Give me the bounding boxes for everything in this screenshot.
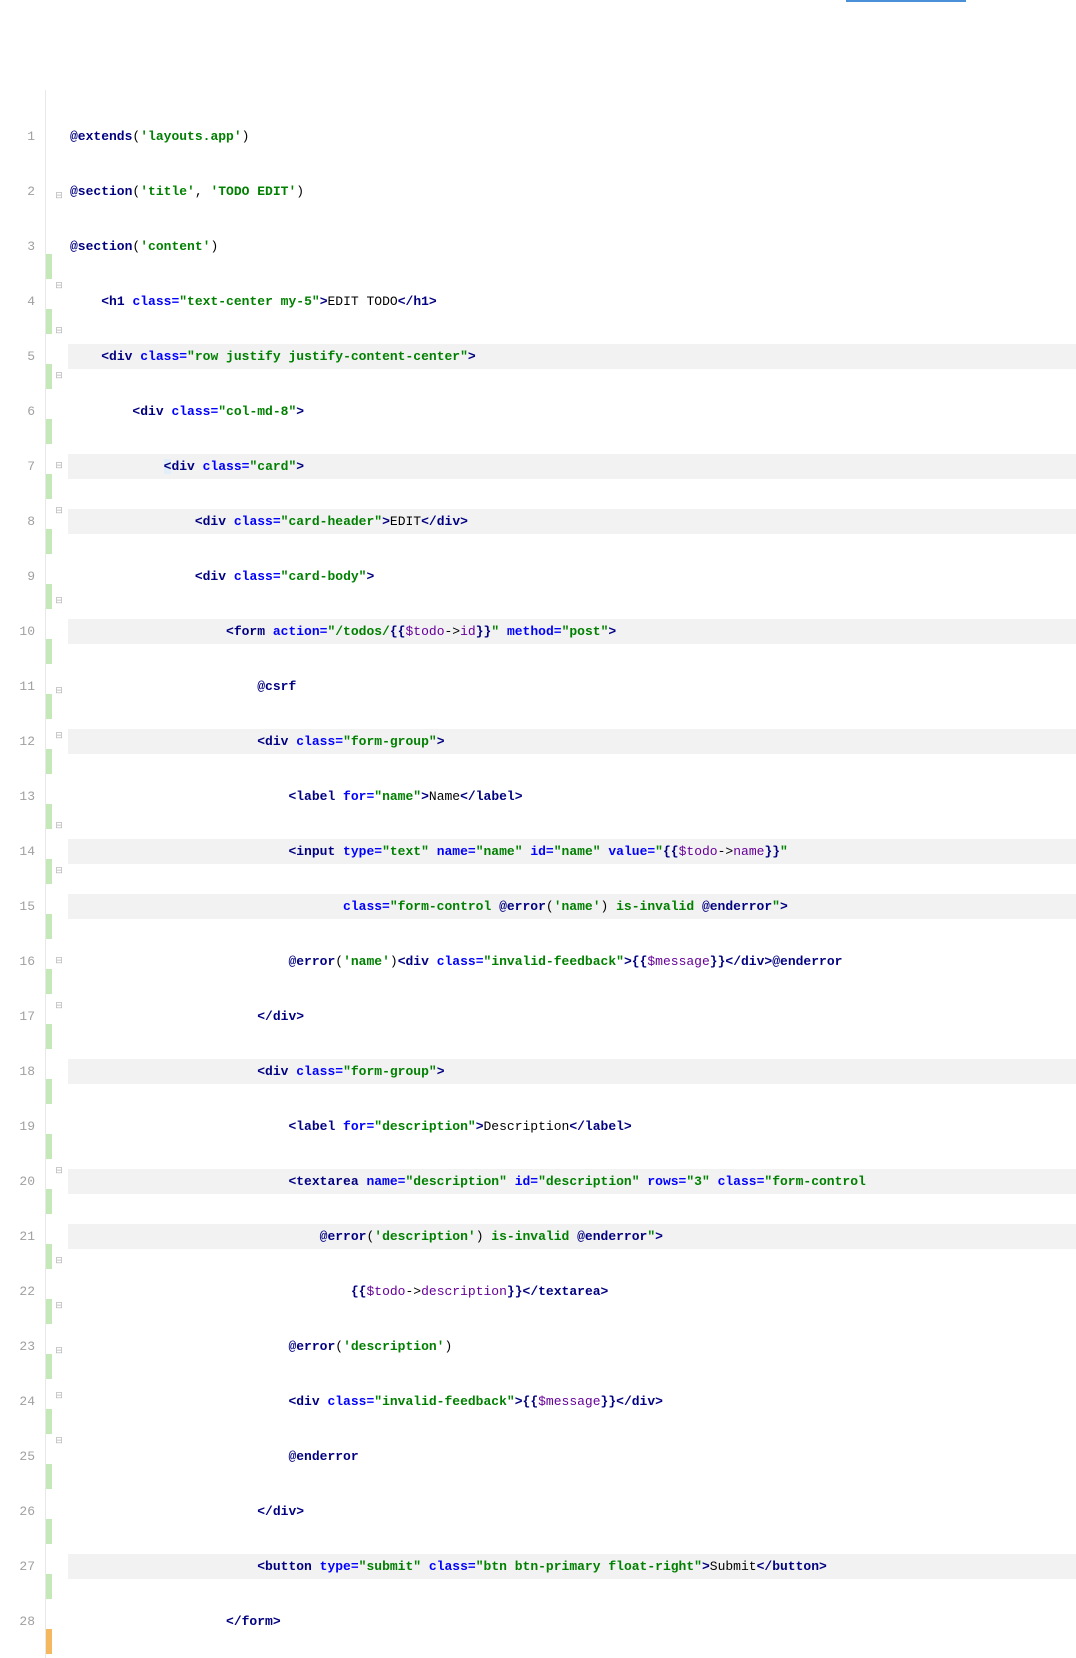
code-line[interactable]: @enderror — [68, 1444, 1076, 1469]
line-number[interactable]: 25 — [0, 1444, 35, 1469]
line-number[interactable]: 2 — [0, 179, 35, 204]
folding-gutter: ⊟ ⊟ ⊟ ⊟ ⊟ ⊟ ⊟ ⊟ ⊟ ⊟ ⊟ ⊟ ⊟ ⊟ ⊟ ⊟ ⊟ ⊟ ⊟ — [52, 90, 66, 1658]
line-number[interactable]: 8 — [0, 509, 35, 534]
line-number[interactable]: 3 — [0, 234, 35, 259]
code-line[interactable]: class="form-control @error('name') is-in… — [68, 894, 1076, 919]
code-line[interactable]: </form> — [68, 1609, 1076, 1634]
code-line[interactable]: </div> — [68, 1499, 1076, 1524]
code-line[interactable]: <div class="form-group"> — [68, 1059, 1076, 1084]
code-line[interactable]: <div class="col-md-8"> — [68, 399, 1076, 424]
code-line[interactable]: <button type="submit" class="btn btn-pri… — [68, 1554, 1076, 1579]
line-number[interactable]: 12 — [0, 729, 35, 754]
line-number[interactable]: 6 — [0, 399, 35, 424]
fold-toggle-icon[interactable]: ⊟ — [52, 679, 66, 704]
line-number[interactable]: 14 — [0, 839, 35, 864]
line-number[interactable]: 4 — [0, 289, 35, 314]
fold-toggle-icon[interactable]: ⊟ — [52, 994, 66, 1019]
line-number[interactable]: 1 — [0, 124, 35, 149]
code-line[interactable]: <div class="invalid-feedback">{{$message… — [68, 1389, 1076, 1414]
code-line[interactable]: @error('description') is-invalid @enderr… — [68, 1224, 1076, 1249]
fold-toggle-icon[interactable]: ⊟ — [52, 1339, 66, 1364]
line-number[interactable]: 5 — [0, 344, 35, 369]
code-line[interactable]: <div class="card-header">EDIT</div> — [68, 509, 1076, 534]
fold-toggle-icon[interactable]: ⊟ — [52, 1429, 66, 1454]
fold-toggle-icon[interactable]: ⊟ — [52, 274, 66, 299]
code-line[interactable]: <label for="name">Name</label> — [68, 784, 1076, 809]
code-line[interactable]: <label for="description">Description</la… — [68, 1114, 1076, 1139]
line-number[interactable]: 22 — [0, 1279, 35, 1304]
active-tab-indicator — [846, 0, 966, 2]
code-line[interactable]: </div> — [68, 1004, 1076, 1029]
code-line[interactable]: @error('description') — [68, 1334, 1076, 1359]
code-line[interactable]: @extends('layouts.app') — [68, 124, 1076, 149]
line-number[interactable]: 10 — [0, 619, 35, 644]
fold-toggle-icon[interactable]: ⊟ — [52, 499, 66, 524]
line-number[interactable]: 28 — [0, 1609, 35, 1634]
fold-toggle-icon[interactable]: ⊟ — [52, 454, 66, 479]
code-editor: 1 2 3 4 5 6 7 8 9 10 11 12 13 14 15 16 1… — [0, 90, 1076, 1658]
fold-toggle-icon[interactable]: ⊟ — [52, 814, 66, 839]
line-number[interactable]: 15 — [0, 894, 35, 919]
line-number[interactable]: 16 — [0, 949, 35, 974]
fold-toggle-icon[interactable]: ⊟ — [52, 1249, 66, 1274]
code-line[interactable]: @section('content') — [68, 234, 1076, 259]
fold-toggle-icon[interactable]: ⊟ — [52, 1294, 66, 1319]
fold-toggle-icon[interactable]: ⊟ — [52, 184, 66, 209]
code-line[interactable]: @error('name')<div class="invalid-feedba… — [68, 949, 1076, 974]
fold-toggle-icon[interactable]: ⊟ — [52, 589, 66, 614]
line-number[interactable]: 27 — [0, 1554, 35, 1579]
code-line[interactable]: <div class="card"> — [68, 454, 1076, 479]
code-line[interactable]: <h1 class="text-center my-5">EDIT TODO</… — [68, 289, 1076, 314]
code-line[interactable]: {{$todo->description}}</textarea> — [68, 1279, 1076, 1304]
line-number[interactable]: 23 — [0, 1334, 35, 1359]
code-content[interactable]: @extends('layouts.app') @section('title'… — [66, 90, 1076, 1658]
line-number[interactable]: 26 — [0, 1499, 35, 1524]
fold-toggle-icon[interactable]: ⊟ — [52, 1159, 66, 1184]
fold-toggle-icon[interactable]: ⊟ — [52, 364, 66, 389]
line-number[interactable]: 24 — [0, 1389, 35, 1414]
line-number[interactable]: 9 — [0, 564, 35, 589]
fold-toggle-icon[interactable]: ⊟ — [52, 949, 66, 974]
code-line[interactable]: <input type="text" name="name" id="name"… — [68, 839, 1076, 864]
fold-toggle-icon[interactable]: ⊟ — [52, 859, 66, 884]
line-number[interactable]: 21 — [0, 1224, 35, 1249]
line-number-gutter[interactable]: 1 2 3 4 5 6 7 8 9 10 11 12 13 14 15 16 1… — [0, 90, 46, 1658]
line-number[interactable]: 18 — [0, 1059, 35, 1084]
code-line[interactable]: <form action="/todos/{{$todo->id}}" meth… — [68, 619, 1076, 644]
code-line[interactable]: <div class="form-group"> — [68, 729, 1076, 754]
fold-toggle-icon[interactable]: ⊟ — [52, 319, 66, 344]
code-line[interactable]: <textarea name="description" id="descrip… — [68, 1169, 1076, 1194]
code-line[interactable]: <div class="row justify justify-content-… — [68, 344, 1076, 369]
line-number[interactable]: 19 — [0, 1114, 35, 1139]
line-number[interactable]: 11 — [0, 674, 35, 699]
code-line[interactable]: @csrf — [68, 674, 1076, 699]
line-number[interactable]: 7 — [0, 454, 35, 479]
code-line[interactable]: <div class="card-body"> — [68, 564, 1076, 589]
line-number[interactable]: 13 — [0, 784, 35, 809]
code-line[interactable]: @section('title', 'TODO EDIT') — [68, 179, 1076, 204]
line-number[interactable]: 20 — [0, 1169, 35, 1194]
fold-toggle-icon[interactable]: ⊟ — [52, 1384, 66, 1409]
fold-toggle-icon[interactable]: ⊟ — [52, 724, 66, 749]
line-number[interactable]: 17 — [0, 1004, 35, 1029]
